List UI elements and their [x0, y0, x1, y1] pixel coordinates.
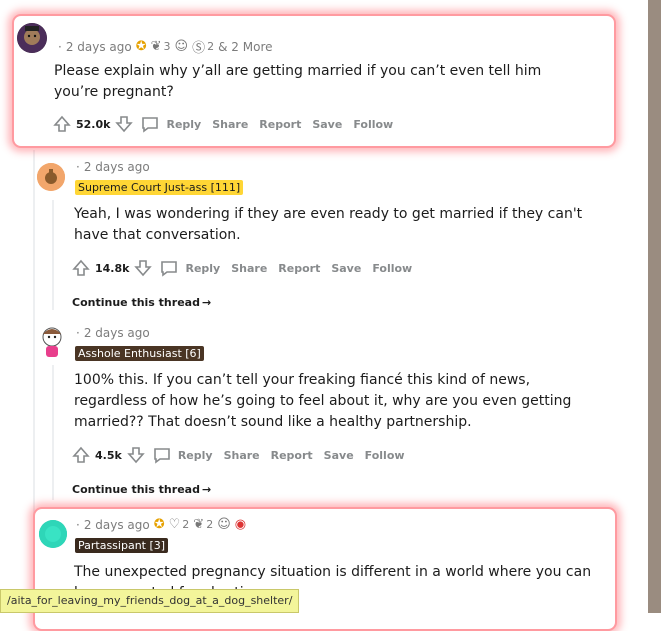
comment-actions: 52.0k Reply Share Report Save Follow [52, 114, 393, 134]
star-award-icon[interactable]: ✪ [154, 517, 165, 532]
report-button[interactable]: Report [259, 118, 301, 131]
avatar[interactable] [37, 163, 65, 191]
thread-line [52, 365, 54, 500]
timestamp: 2 days ago [65, 39, 132, 54]
comment-text: Please explain why y’all are getting mar… [54, 63, 542, 100]
award-icon[interactable]: ◉ [235, 517, 246, 532]
user-flair: Supreme Court Just-ass [111] [75, 180, 244, 195]
user-flair: Partassipant [3] [75, 538, 169, 553]
save-button[interactable]: Save [312, 118, 342, 131]
downvote-icon[interactable] [114, 114, 134, 134]
comment-icon [161, 261, 178, 277]
share-button[interactable]: Share [231, 262, 267, 275]
downvote-icon[interactable] [133, 258, 153, 278]
award-icon[interactable]: Ⓢ 2 [192, 37, 214, 56]
reply-button[interactable]: Reply [152, 445, 213, 465]
award-icon[interactable]: ❦ 2 [193, 517, 213, 532]
share-button[interactable]: Share [212, 118, 248, 131]
window-edge [648, 0, 661, 613]
thread-line [52, 200, 54, 310]
award-icon[interactable]: ☺ [217, 517, 231, 532]
award-icon[interactable]: ♡ 2 [169, 517, 190, 532]
upvote-icon[interactable] [52, 114, 72, 134]
upvote-icon[interactable] [71, 258, 91, 278]
avatar[interactable] [39, 520, 67, 548]
follow-button[interactable]: Follow [353, 118, 393, 131]
arrow-right-icon: → [201, 296, 212, 309]
save-button[interactable]: Save [324, 449, 354, 462]
star-award-icon[interactable]: ✪ [136, 39, 147, 54]
award-icon[interactable]: ❦ 3 [151, 39, 171, 54]
continue-thread-link[interactable]: Continue this thread → [72, 483, 211, 496]
timestamp: 2 days ago [83, 160, 150, 174]
comment-actions: 14.8k Reply Share Report Save Follow [71, 258, 412, 278]
comment-icon [154, 448, 170, 464]
upvote-icon[interactable] [71, 445, 91, 465]
avatar[interactable] [37, 324, 67, 358]
reply-button[interactable]: Reply [159, 258, 220, 278]
score: 14.8k [95, 261, 130, 275]
arrow-right-icon: → [201, 483, 212, 496]
score: 4.5k [95, 448, 122, 462]
downvote-icon[interactable] [126, 445, 146, 465]
save-button[interactable]: Save [331, 262, 361, 275]
reply-button[interactable]: Reply [140, 114, 201, 134]
award-icon[interactable]: ☺ [175, 39, 189, 54]
comment-text: 100% this. If you can’t tell your freaki… [74, 372, 572, 430]
timestamp: 2 days ago [83, 517, 150, 532]
avatar[interactable] [17, 23, 47, 53]
comment-meta: · 2 days ago [76, 160, 150, 174]
comment-meta: · 2 days ago ✪ ♡ 2 ❦ 2 ☺ ◉ [76, 517, 247, 532]
follow-button[interactable]: Follow [372, 262, 412, 275]
comment-meta: · 2 days ago [76, 326, 150, 340]
comment-actions: 4.5k Reply Share Report Save Follow [71, 445, 405, 465]
report-button[interactable]: Report [278, 262, 320, 275]
comment-meta: · 2 days ago ✪ ❦ 3 ☺ Ⓢ 2 & 2 More [58, 37, 273, 56]
follow-button[interactable]: Follow [365, 449, 405, 462]
link-status-bar: /aita_for_leaving_my_friends_dog_at_a_do… [0, 589, 300, 613]
comment-icon [142, 117, 159, 133]
timestamp: 2 days ago [83, 326, 150, 340]
comment-text: Yeah, I was wondering if they are even r… [74, 206, 583, 243]
user-flair: Asshole Enthusiast [6] [75, 346, 204, 361]
score: 52.0k [76, 117, 111, 131]
more-awards[interactable]: & 2 More [218, 40, 272, 54]
report-button[interactable]: Report [271, 449, 313, 462]
continue-thread-link[interactable]: Continue this thread → [72, 296, 211, 309]
share-button[interactable]: Share [224, 449, 260, 462]
